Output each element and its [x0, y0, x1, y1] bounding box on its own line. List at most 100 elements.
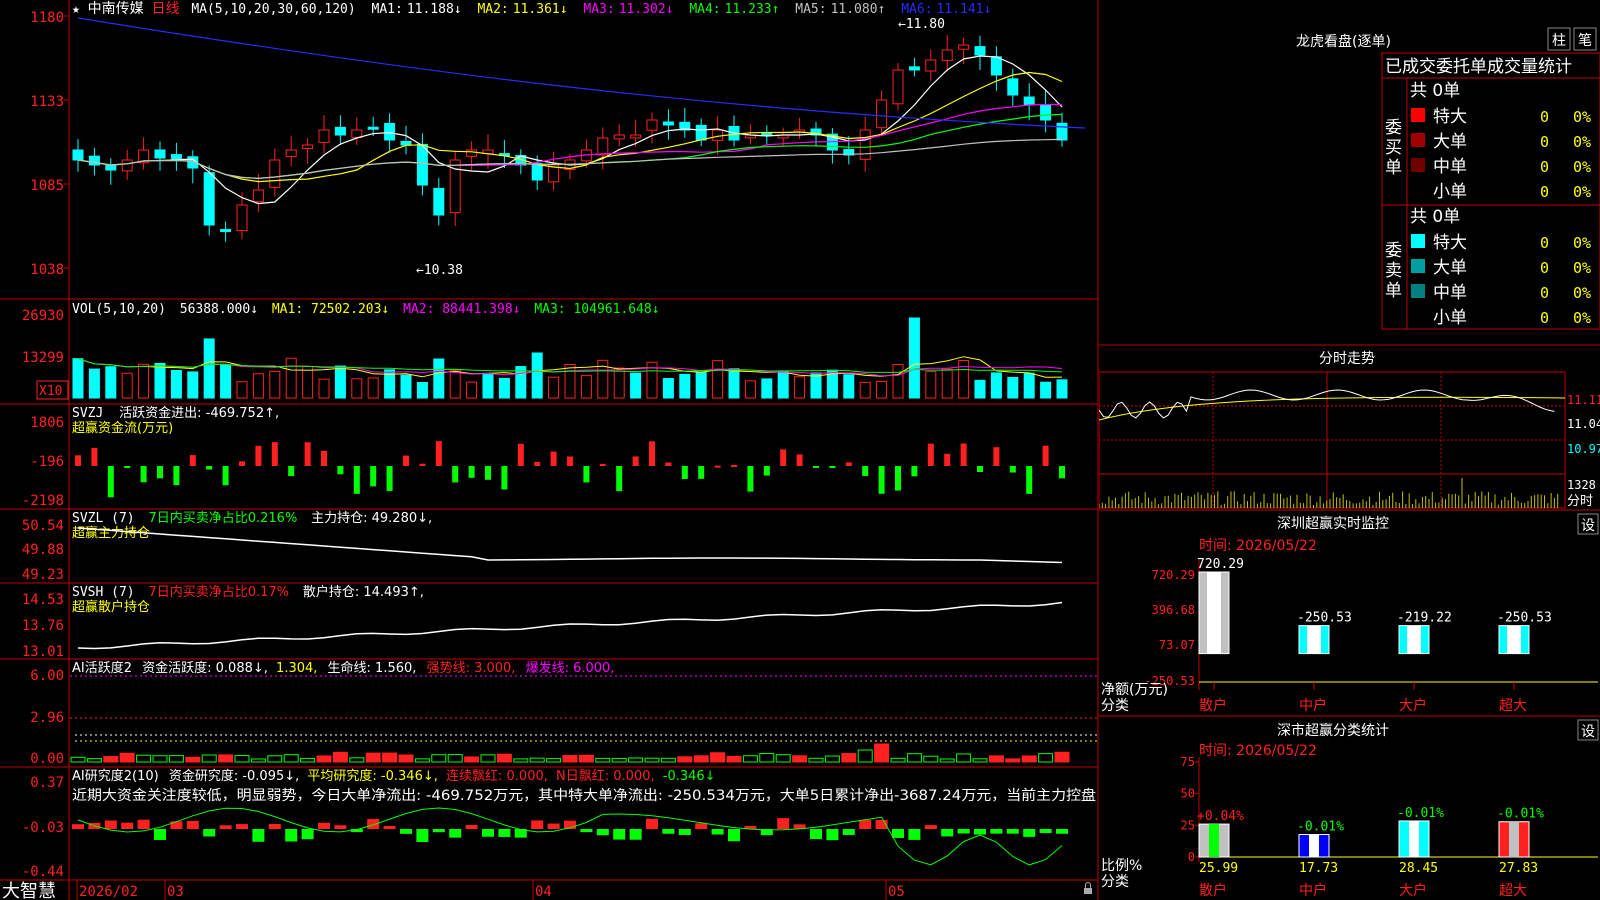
svzj-bar [960, 443, 967, 466]
research-ytick-1: 0.37 [30, 775, 64, 791]
research-bar [449, 829, 462, 838]
order-size-label: 小单 [1433, 308, 1467, 328]
volume-bar [203, 338, 215, 399]
lock-icon[interactable] [1084, 882, 1092, 895]
tick-mode-label: 笔 [1578, 33, 1592, 49]
ai-bar [431, 754, 447, 763]
research-bar [137, 819, 150, 829]
volume-bars[interactable] [72, 317, 1068, 399]
ai-bar [382, 752, 398, 763]
classify-category: 散户 [1199, 882, 1227, 899]
classify-chart[interactable]: 75 50 25 0 +0.04% 25.99 散户 -0.01% 17.73 中户 -0.01% 2… [1181, 755, 1598, 899]
ai-header: AI活跃度2 资金活跃度: 0.088↓, 1.304, 生命线: 1.560,… [72, 660, 614, 676]
order-count: 0 [1540, 183, 1549, 201]
research-bar [318, 822, 330, 829]
svzj-bar [91, 447, 98, 466]
svzl-line [77, 527, 1063, 564]
ai-bar [201, 754, 217, 763]
candle-body [88, 155, 100, 166]
classify-category: 大户 [1399, 882, 1427, 899]
monitor-date: 时间: 2026/05/22 [1199, 538, 1317, 554]
volume-bar [859, 381, 871, 399]
ma2-val: 11.361↓ [513, 2, 568, 17]
ai-bar [546, 758, 562, 763]
svzj-bar [649, 441, 655, 466]
order-swatch [1411, 133, 1425, 147]
order-swatch [1411, 158, 1425, 172]
ma2-key: MA2: [477, 2, 508, 17]
research-bar [547, 823, 560, 829]
order-size-label: 中单 [1433, 157, 1467, 177]
svzj-bar [665, 462, 672, 466]
svzj-bar [796, 454, 803, 466]
research-bar [285, 829, 298, 842]
volume-bar [285, 357, 297, 399]
volume-bar [662, 378, 674, 399]
order-swatch [1411, 259, 1425, 273]
volume-bar [548, 376, 560, 399]
research-ytick-2: -0.03 [22, 820, 64, 836]
ai-activity-bars[interactable] [70, 743, 1070, 763]
main-chart-area[interactable]: 1180 1133 1085 1038 26930 13299 1806 -19… [0, 0, 1100, 900]
svzj-bar [189, 455, 196, 466]
ai-bar [464, 756, 480, 763]
order-size-label: 小单 [1433, 182, 1467, 202]
candle-body [990, 56, 1002, 76]
ai-bar [611, 757, 627, 763]
buy-side-label: 委买单 [1385, 118, 1402, 178]
ma3-key: MA3: [583, 2, 614, 17]
volume-bar [630, 372, 642, 399]
classify-bar-shine [1209, 824, 1219, 857]
research-bar [678, 829, 691, 835]
ma-line-5 [77, 55, 1063, 205]
research-bar [711, 829, 724, 835]
monitor-ylabel: 净额(万元) [1101, 682, 1168, 698]
bar-mode-button[interactable]: 柱 [1547, 27, 1571, 51]
research-t5: -0.346↓ [663, 769, 716, 784]
sell-rows: 特大 0 0% 大单 0 0% 中单 0 0% 小单 0 0% [1411, 233, 1591, 328]
monitor-chart[interactable]: 720.29 396.68 73.07 -250.53 720.29 散户 -250.53 中… [1144, 557, 1598, 714]
monitor-settings-button[interactable]: 设 [1577, 513, 1599, 535]
svzj-bar [124, 466, 131, 468]
vol-header: VOL(5,10,20) 56388.000↓ MA1: 72502.203↓ … [72, 302, 660, 317]
buy-total: 共 0单 [1410, 81, 1460, 101]
order-pct: 0% [1573, 234, 1591, 252]
volume-bar [761, 378, 773, 399]
volume-bar [531, 352, 543, 399]
research-bar [596, 829, 609, 836]
ai-bar [136, 754, 152, 763]
volume-bar [908, 317, 920, 399]
tick-mode-button[interactable]: 笔 [1573, 27, 1597, 51]
svzj-bar [206, 466, 213, 470]
research-bar [367, 819, 380, 829]
research-bars[interactable] [72, 818, 1068, 842]
ai-bar [742, 755, 758, 763]
candle-body [384, 122, 396, 141]
ai-bar [267, 755, 283, 763]
ma6-key: MA6: [901, 2, 932, 17]
research-bar [1023, 829, 1036, 837]
intraday-ytick-2: 11.04 [1567, 417, 1600, 431]
classify-settings-button[interactable]: 设 [1577, 719, 1599, 741]
ai-bar [86, 758, 102, 763]
volume-bar [334, 365, 346, 399]
ai-bar [513, 758, 529, 763]
research-bar [842, 829, 855, 835]
candle-body [974, 46, 986, 56]
ma6-val: 11.141↓ [937, 2, 992, 17]
ma4-key: MA4: [689, 2, 720, 17]
sell-side-char3: 单 [1385, 281, 1402, 301]
intraday-ytick-1: 11.11 [1567, 393, 1600, 407]
candle-body [433, 187, 445, 216]
research-bar [957, 829, 970, 834]
ai-bar [414, 758, 430, 763]
price-ytick-2: 1133 [30, 94, 64, 110]
research-bar [826, 829, 839, 841]
ai-bar [480, 754, 496, 763]
right-panel: 龙虎看盘(逐单) 柱 笔 已成交委托单成交量统计 委买单 共 0单 特大 0 0%大… [1099, 27, 1600, 899]
svzj-bar [419, 463, 426, 466]
ai-bar [628, 757, 644, 763]
ai-bar [857, 749, 873, 763]
svzj-bars[interactable] [75, 441, 1065, 498]
monitor-bar-shine [1507, 625, 1521, 654]
